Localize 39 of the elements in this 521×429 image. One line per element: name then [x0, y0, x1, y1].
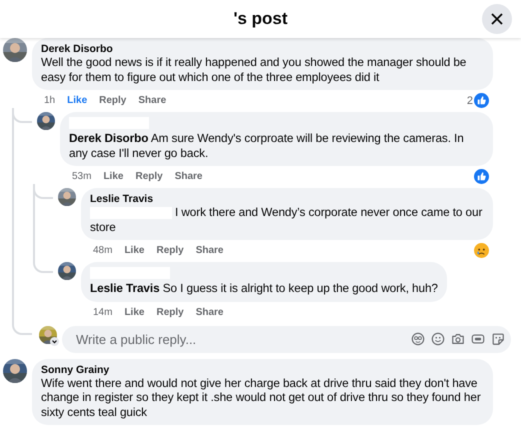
- comment-text: I work there and Wendy’s corporate never once came to our store: [90, 205, 484, 234]
- sad-face-icon: [474, 243, 489, 258]
- gif-icon[interactable]: [471, 332, 485, 346]
- comment-text: Leslie Travis So I guess it is alright to keep up the good work, huh?: [90, 281, 438, 296]
- share-link[interactable]: Share: [138, 95, 166, 106]
- reply-field[interactable]: Write a public reply...: [62, 326, 511, 352]
- timestamp[interactable]: 48m: [93, 245, 112, 256]
- reply-link[interactable]: Reply: [99, 95, 126, 106]
- author-name[interactable]: Leslie Travis: [90, 193, 484, 205]
- emoji-icon[interactable]: [431, 332, 445, 346]
- caret-icon[interactable]: [50, 336, 59, 346]
- like-link[interactable]: Like: [67, 95, 88, 106]
- share-link[interactable]: Share: [196, 306, 224, 318]
- share-link[interactable]: Share: [174, 171, 202, 182]
- share-link[interactable]: Share: [196, 245, 224, 256]
- timestamp[interactable]: 53m: [72, 171, 92, 182]
- author-name[interactable]: Derek Disorbo: [41, 43, 484, 55]
- post-title: 's post: [233, 9, 288, 29]
- like-icon: [474, 169, 489, 184]
- timestamp[interactable]: 14m: [93, 306, 112, 318]
- reply-input[interactable]: Write a public reply...: [74, 330, 405, 348]
- close-icon: [490, 12, 504, 26]
- reply-link[interactable]: Reply: [135, 171, 163, 182]
- comment-text: Wife went there and would not give her charge back at drive thru said they don't have change in register so they kept it .she would not get out of drive thru so they found her sixty cents teal guick: [41, 376, 482, 419]
- sticker-icon[interactable]: [491, 332, 505, 346]
- comment-text: Well the good news is if it really happened and you showed the manager should be easy for them to figure out which one of the three employees did it: [41, 55, 468, 84]
- timestamp[interactable]: 1h: [44, 95, 56, 106]
- like-link[interactable]: Like: [124, 306, 144, 318]
- reaction-count: 2: [466, 94, 473, 106]
- avatar-sticker-icon[interactable]: [411, 332, 425, 346]
- close-button[interactable]: [482, 4, 512, 34]
- camera-icon[interactable]: [451, 332, 465, 346]
- like-link[interactable]: Like: [124, 245, 144, 256]
- reply-link[interactable]: Reply: [156, 306, 184, 318]
- comment-text: Derek Disorbo Am sure Wendy's corproate will be reviewing the cameras. In any case I'll never go back.: [69, 131, 465, 160]
- like-link[interactable]: Like: [103, 171, 124, 182]
- author-name[interactable]: Sonny Grainy: [41, 364, 484, 376]
- like-icon: [474, 93, 489, 108]
- reply-link[interactable]: Reply: [156, 245, 184, 256]
